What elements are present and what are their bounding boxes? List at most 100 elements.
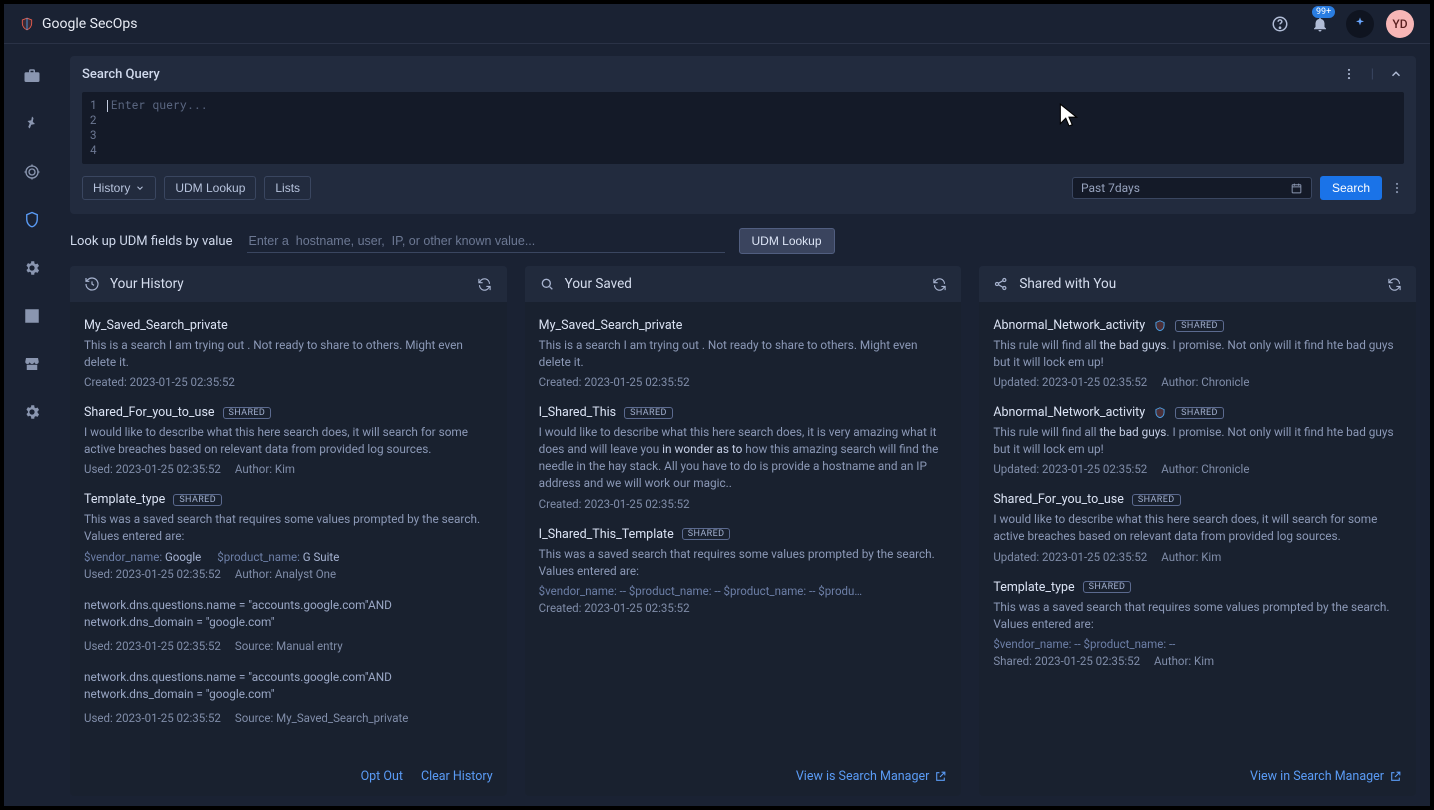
chevron-down-icon <box>135 183 145 193</box>
brand-shield-icon <box>20 16 34 32</box>
udm-lookup-input[interactable] <box>247 230 725 253</box>
entry-title: Shared_For_you_to_use <box>993 492 1124 507</box>
shared-badge: SHARED <box>223 407 272 419</box>
list-item[interactable]: Shared_For_you_to_useSHAREDI would like … <box>993 486 1402 573</box>
nav-shield-icon[interactable] <box>22 210 42 230</box>
list-item[interactable]: I_Shared_This_TemplateSHAREDThis was a s… <box>539 521 948 625</box>
entry-meta: Used: 2023-01-25 02:35:52Author: Kim <box>84 462 493 476</box>
nav-store-icon[interactable] <box>22 354 42 374</box>
entry-desc: This was a saved search that requires so… <box>993 599 1402 633</box>
brand: Google SecOps <box>20 16 137 32</box>
list-item[interactable]: network.dns.questions.name = "accounts.g… <box>84 663 493 735</box>
search-menu-icon[interactable] <box>1390 174 1404 202</box>
entry-meta: Updated: 2023-01-25 02:35:52Author: Chro… <box>993 375 1402 389</box>
list-item[interactable]: network.dns.questions.name = "accounts.g… <box>84 591 493 663</box>
list-item[interactable]: Template_type SHARED This was a saved sear… <box>84 486 493 590</box>
opt-out-link[interactable]: Opt Out <box>361 769 403 784</box>
notification-badge: 99+ <box>1312 6 1335 18</box>
nav-chart-icon[interactable] <box>22 306 42 326</box>
entry-desc: I would like to describe what this here … <box>539 424 948 492</box>
entry-title: I_Shared_This <box>539 405 616 420</box>
view-search-manager-link[interactable]: View in Search Manager <box>1250 769 1402 784</box>
raw-query: network.dns.questions.name = "accounts.g… <box>84 597 493 631</box>
list-item[interactable]: Abnormal_Network_activitySHAREDThis rule… <box>993 312 1402 399</box>
list-item[interactable]: My_Saved_Search_private This is a search … <box>84 312 493 399</box>
clear-history-link[interactable]: Clear History <box>421 769 493 784</box>
avatar[interactable]: YD <box>1386 10 1414 38</box>
panel-menu-icon[interactable] <box>1341 66 1357 82</box>
entry-meta: Shared: 2023-01-25 02:35:52Author: Kim <box>993 654 1402 668</box>
query-editor[interactable]: 1234 Enter query... <box>82 92 1404 164</box>
nav-pin-icon[interactable] <box>22 114 42 134</box>
udm-lookup-tab-button[interactable]: UDM Lookup <box>164 176 256 200</box>
entry-title: Abnormal_Network_activity <box>993 405 1145 420</box>
history-icon <box>84 276 100 292</box>
entry-title: My_Saved_Search_private <box>539 318 683 333</box>
shared-badge: SHARED <box>624 407 673 419</box>
open-in-new-icon <box>934 770 947 783</box>
shared-badge: SHARED <box>1132 494 1181 506</box>
entry-meta: Used: 2023-01-25 02:35:52Author: Analyst… <box>84 567 493 581</box>
card-title: Your Saved <box>565 276 632 292</box>
card-title: Your History <box>110 276 184 292</box>
refresh-icon[interactable] <box>931 276 947 292</box>
entry-title: Template_type <box>84 492 165 507</box>
nav-briefcase-icon[interactable] <box>22 66 42 86</box>
shared-badge: SHARED <box>173 494 222 506</box>
shared-badge: SHARED <box>1175 407 1224 419</box>
list-item[interactable]: Shared_For_you_to_useSHAREDI would like … <box>84 399 493 486</box>
search-button[interactable]: Search <box>1320 176 1382 200</box>
topbar: Google SecOps 99+ YD <box>4 4 1430 44</box>
editor-placeholder: Enter query... <box>111 98 208 113</box>
entry-meta: Created: 2023-01-25 02:35:52 <box>84 375 493 389</box>
open-in-new-icon <box>1389 770 1402 783</box>
shared-badge: SHARED <box>1083 581 1132 593</box>
editor-gutter: 1234 <box>90 98 107 158</box>
notifications-icon[interactable]: 99+ <box>1306 10 1334 38</box>
entry-meta: Updated: 2023-01-25 02:35:52Author: Kim <box>993 550 1402 564</box>
entry-desc: I would like to describe what this here … <box>84 424 493 458</box>
entry-params: $vendor_name: -- $product_name: -- $prod… <box>539 584 948 598</box>
your-history-card: Your History My_Saved_Search_private This… <box>70 266 507 796</box>
list-item[interactable]: Template_type SHARED This was a saved sear… <box>993 574 1402 678</box>
entry-title: I_Shared_This_Template <box>539 527 674 542</box>
entry-meta: Created: 2023-01-25 02:35:52 <box>539 375 948 389</box>
entry-meta: Created: 2023-01-25 02:35:52 <box>539 601 948 615</box>
help-icon[interactable] <box>1266 10 1294 38</box>
search-query-title: Search Query <box>82 67 160 82</box>
list-item[interactable]: I_Shared_This SHARED I would like to descr… <box>539 399 948 520</box>
entry-desc: This was a saved search that requires so… <box>84 511 493 545</box>
nav-gear-icon[interactable] <box>22 258 42 278</box>
date-range-picker[interactable]: Past 7days <box>1072 177 1312 199</box>
history-button[interactable]: History <box>82 176 156 200</box>
list-item[interactable]: My_Saved_Search_privateThis is a search … <box>539 312 948 399</box>
udm-lookup-row: Look up UDM fields by value UDM Lookup <box>70 224 1416 256</box>
udm-lookup-button[interactable]: UDM Lookup <box>739 228 835 254</box>
view-search-manager-link[interactable]: View is Search Manager <box>796 769 948 784</box>
share-icon <box>993 276 1009 292</box>
shared-with-you-card: Shared with You Abnormal_Network_activit… <box>979 266 1416 796</box>
refresh-icon[interactable] <box>477 276 493 292</box>
entry-meta: Used: 2023-01-25 02:35:52Source: Manual … <box>84 639 493 653</box>
calendar-icon <box>1290 182 1303 195</box>
card-title: Shared with You <box>1019 276 1116 292</box>
entry-desc: This is a search I am trying out . Not r… <box>84 337 493 371</box>
lists-button[interactable]: Lists <box>264 176 311 200</box>
entry-title: Template_type <box>993 580 1074 595</box>
search-icon <box>539 276 555 292</box>
collapse-icon[interactable] <box>1388 66 1404 82</box>
raw-query: network.dns.questions.name = "accounts.g… <box>84 669 493 703</box>
entry-meta: Updated: 2023-01-25 02:35:52Author: Chro… <box>993 462 1402 476</box>
search-query-panel: Search Query | 1234 <box>70 56 1416 214</box>
your-saved-card: Your Saved My_Saved_Search_privateThis i… <box>525 266 962 796</box>
nav-settings-icon[interactable] <box>22 402 42 422</box>
source-logo-icon <box>1153 406 1167 420</box>
list-item[interactable]: Abnormal_Network_activitySHAREDThis rule… <box>993 399 1402 486</box>
nav-target-icon[interactable] <box>22 162 42 182</box>
shared-badge: SHARED <box>682 528 731 540</box>
side-rail <box>4 44 60 806</box>
refresh-icon[interactable] <box>1386 276 1402 292</box>
entry-meta: Used: 2023-01-25 02:35:52Source: My_Save… <box>84 711 493 725</box>
entry-title: My_Saved_Search_private <box>84 318 228 333</box>
ai-sparkle-button[interactable] <box>1346 10 1374 38</box>
